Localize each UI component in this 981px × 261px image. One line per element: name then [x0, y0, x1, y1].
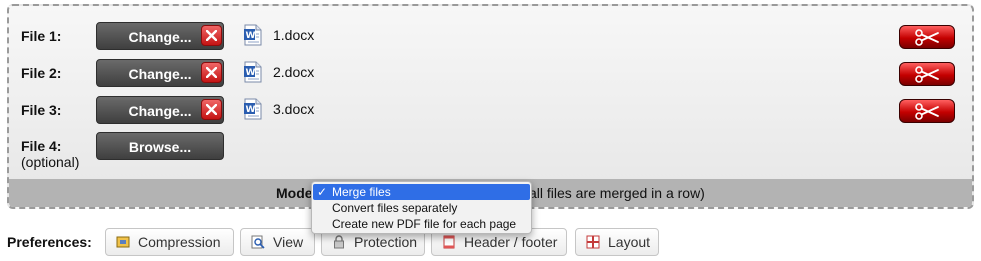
- remove-file-button[interactable]: [201, 25, 222, 46]
- scissors-icon: [915, 66, 939, 83]
- svg-text:W: W: [246, 31, 256, 41]
- lock-icon: [334, 235, 344, 249]
- mode-dropdown-menu[interactable]: ✓ Merge files Convert files separately C…: [311, 181, 532, 234]
- tab-layout[interactable]: Layout: [575, 228, 659, 256]
- file-label-text: File 4:: [21, 138, 62, 154]
- file-label: File 4: (optional): [21, 138, 79, 170]
- file-name: 2.docx: [273, 64, 315, 80]
- scissors-icon: [915, 29, 939, 46]
- file-label: File 1:: [21, 28, 62, 44]
- tab-label: View: [273, 234, 304, 250]
- option-convert-separately[interactable]: Convert files separately: [313, 200, 530, 216]
- remove-file-button[interactable]: [201, 99, 222, 120]
- file-name: 1.docx: [273, 27, 315, 43]
- file-label: File 3:: [21, 102, 62, 118]
- file-row-2: File 2: Change... W 2.docx: [9, 59, 972, 91]
- tab-label: Compression: [138, 234, 221, 250]
- split-file-button[interactable]: [899, 62, 955, 86]
- file-row-1: File 1: Change... W 1.docx: [9, 22, 972, 54]
- option-label: Merge files: [332, 185, 391, 199]
- file-row-3: File 3: Change... W 3.docx: [9, 96, 972, 128]
- svg-text:W: W: [246, 68, 256, 78]
- option-label: Create new PDF file for each page: [332, 217, 517, 231]
- option-new-pdf-per-page[interactable]: Create new PDF file for each page: [313, 216, 530, 232]
- checkmark-icon: ✓: [317, 185, 328, 199]
- word-document-icon: W: [244, 98, 262, 120]
- scissors-icon: [915, 103, 939, 120]
- svg-text:W: W: [246, 105, 256, 115]
- tab-compression[interactable]: Compression: [105, 228, 234, 256]
- remove-file-button[interactable]: [201, 62, 222, 83]
- option-label: Convert files separately: [332, 201, 458, 215]
- split-file-button[interactable]: [899, 25, 955, 49]
- file-name: 3.docx: [273, 101, 315, 117]
- compression-icon: [116, 236, 130, 248]
- tab-view[interactable]: View: [240, 228, 315, 256]
- magnifier-icon: [251, 235, 265, 249]
- split-file-button[interactable]: [899, 99, 955, 123]
- word-document-icon: W: [244, 24, 262, 46]
- file-row-4: File 4: (optional) Browse...: [9, 132, 972, 172]
- browse-button[interactable]: Browse...: [96, 132, 224, 160]
- optional-note: (optional): [21, 154, 80, 170]
- header-footer-icon: [443, 235, 455, 249]
- mode-label: Mode: [276, 185, 313, 201]
- close-icon: [206, 30, 217, 41]
- file-upload-panel: File 1: Change... W 1.docx File 2: Chang…: [7, 4, 974, 209]
- close-icon: [206, 67, 217, 78]
- file-label: File 2:: [21, 65, 62, 81]
- tab-label: Layout: [608, 234, 651, 250]
- layout-icon: [586, 235, 600, 249]
- mode-description: all files are merged in a row): [529, 185, 705, 201]
- option-merge-files[interactable]: ✓ Merge files: [313, 184, 530, 200]
- word-document-icon: W: [244, 61, 262, 83]
- close-icon: [206, 104, 217, 115]
- preferences-label: Preferences:: [7, 234, 92, 250]
